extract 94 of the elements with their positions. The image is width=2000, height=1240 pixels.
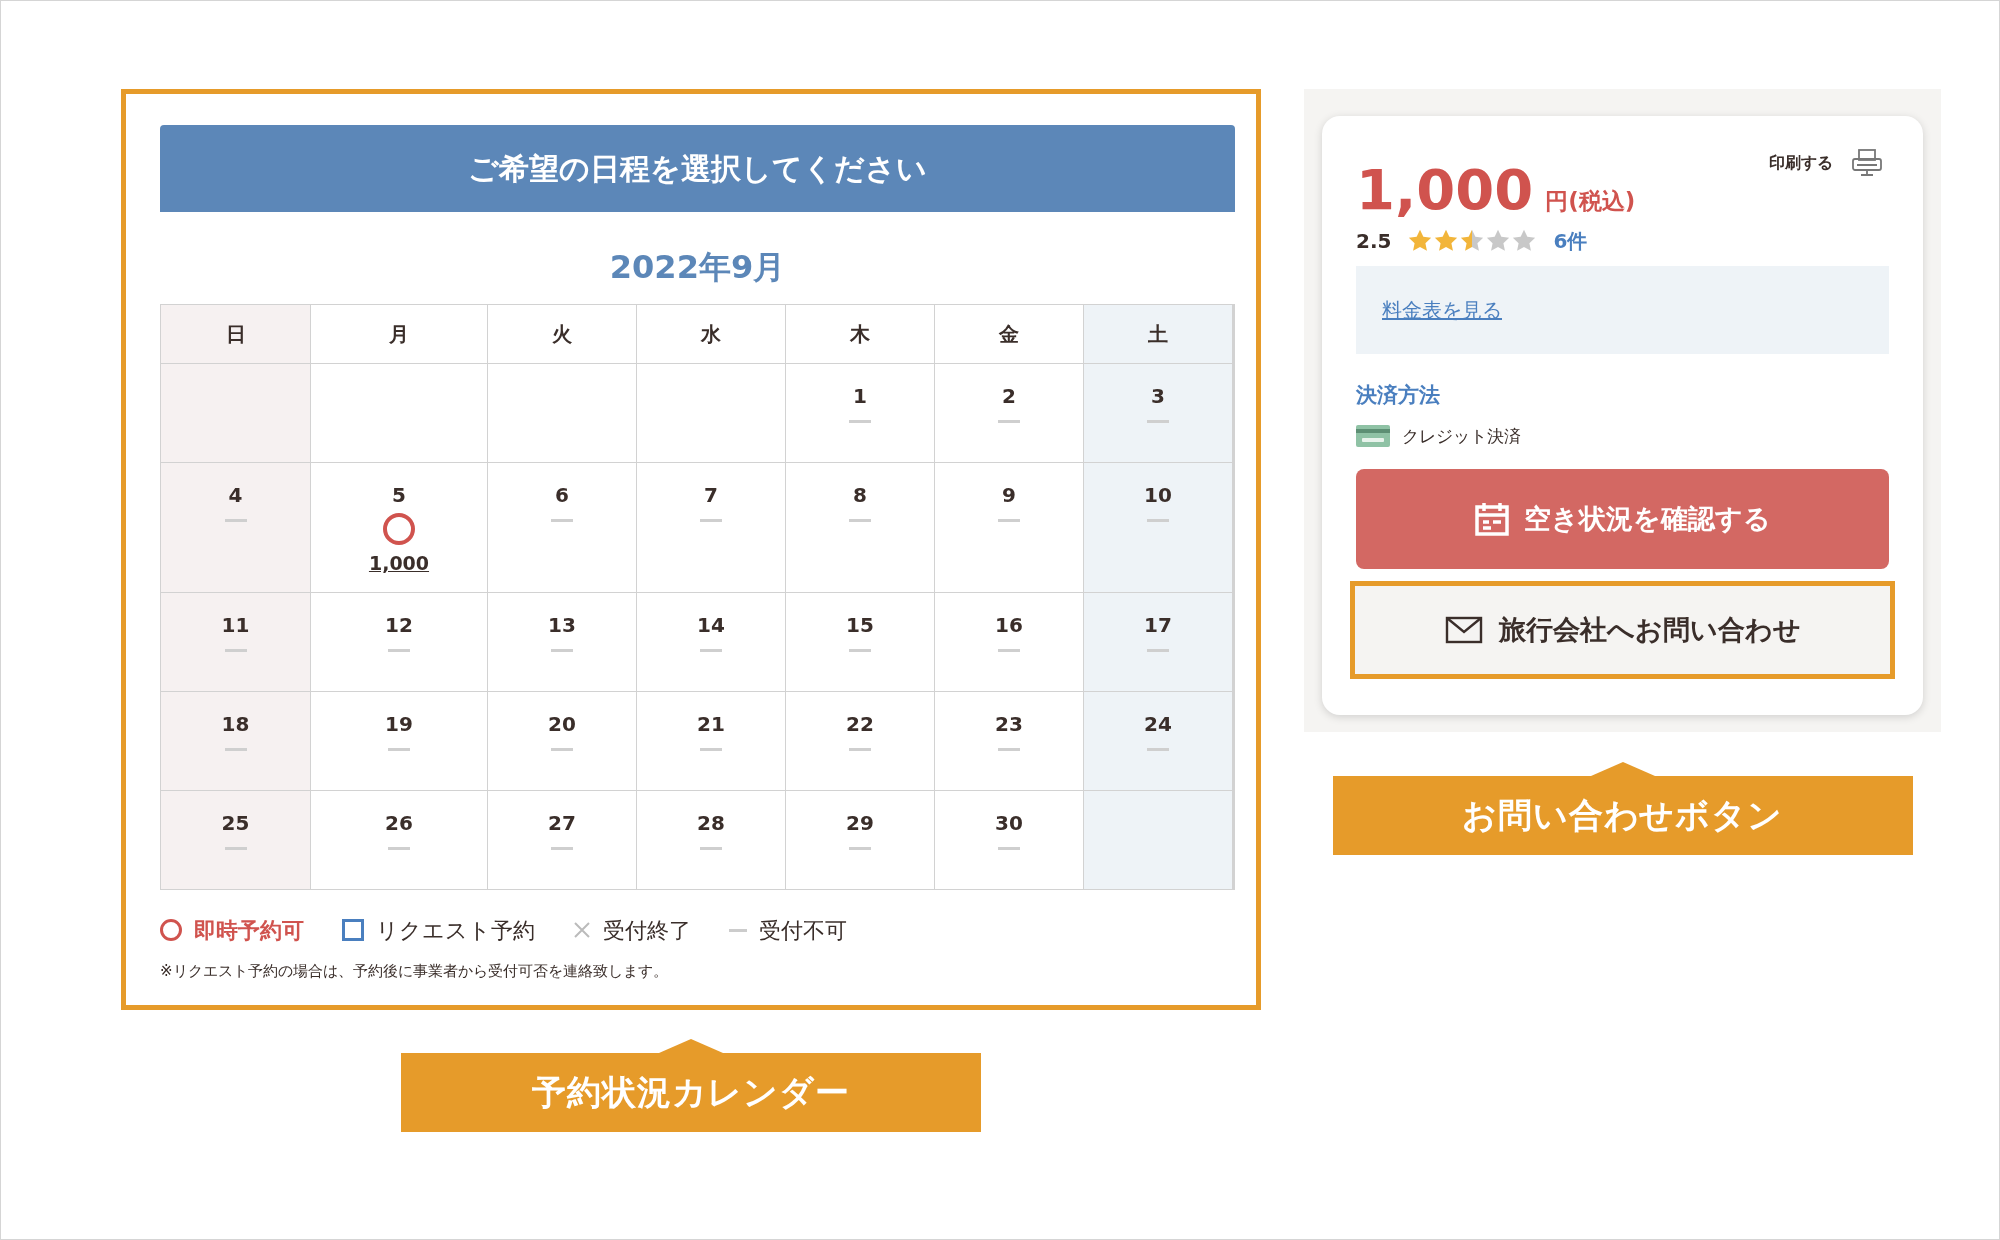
dash-icon bbox=[1147, 420, 1169, 423]
dash-icon bbox=[224, 748, 247, 751]
dash-icon bbox=[998, 748, 1020, 751]
dash-icon bbox=[849, 748, 871, 751]
calendar-icon bbox=[1474, 501, 1510, 537]
legend-label: 即時予約可 bbox=[194, 916, 304, 945]
dash-icon bbox=[998, 420, 1020, 423]
day-number: 14 bbox=[697, 613, 725, 637]
rating-score: 2.5 bbox=[1356, 228, 1392, 255]
payment-method: クレジット決済 bbox=[1402, 424, 1521, 448]
dash-icon bbox=[224, 649, 247, 652]
legend-label: リクエスト予約 bbox=[376, 916, 535, 945]
weekday-header: 木 bbox=[786, 305, 934, 363]
dash-icon bbox=[551, 519, 573, 522]
dash-icon bbox=[388, 847, 410, 850]
day-number: 7 bbox=[704, 483, 718, 507]
price-table-link[interactable]: 料金表を見る bbox=[1382, 295, 1502, 325]
day-number: 5 bbox=[392, 483, 406, 507]
calendar-heading: ご希望の日程を選択してください bbox=[160, 125, 1235, 212]
review-count-link[interactable]: 6件 bbox=[1553, 226, 1588, 256]
dash-icon bbox=[700, 748, 722, 751]
day-number: 28 bbox=[697, 811, 725, 835]
dash-icon bbox=[551, 649, 573, 652]
day-number: 12 bbox=[385, 613, 413, 637]
dash-icon bbox=[388, 649, 410, 652]
day-cell[interactable]: 5 1,000 bbox=[311, 463, 487, 592]
day-number: 2 bbox=[1002, 384, 1016, 408]
dash-icon bbox=[729, 928, 747, 932]
day-number: 6 bbox=[555, 483, 569, 507]
print-link[interactable]: 印刷する bbox=[1769, 151, 1833, 175]
dash-icon bbox=[700, 649, 722, 652]
day-number: 24 bbox=[1144, 712, 1172, 736]
day-number: 1 bbox=[853, 384, 867, 408]
envelope-icon bbox=[1444, 616, 1483, 644]
dash-icon bbox=[551, 847, 573, 850]
callout-label: お問い合わせボタン bbox=[1332, 762, 1913, 855]
dash-icon bbox=[388, 748, 410, 751]
day-number: 3 bbox=[1151, 384, 1165, 408]
day-number: 30 bbox=[995, 811, 1023, 835]
day-number: 13 bbox=[548, 613, 576, 637]
day-number: 4 bbox=[228, 483, 243, 507]
weekday-header: 日 bbox=[161, 305, 310, 363]
day-number: 19 bbox=[385, 712, 413, 736]
day-number: 18 bbox=[221, 712, 250, 736]
weekday-header: 土 bbox=[1084, 305, 1232, 363]
dash-icon bbox=[1147, 519, 1169, 522]
day-number: 16 bbox=[995, 613, 1023, 637]
callout-label: 予約状況カレンダー bbox=[401, 1038, 981, 1132]
day-number: 9 bbox=[1002, 483, 1016, 507]
legend-label: 受付不可 bbox=[759, 916, 847, 945]
dash-icon bbox=[700, 847, 722, 850]
check-availability-button[interactable]: 空き状況を確認する bbox=[1356, 469, 1889, 569]
cross-icon bbox=[573, 921, 591, 939]
dash-icon bbox=[1147, 748, 1169, 751]
note-text: ※リクエスト予約の場合は、予約後に事業者から受付可否を連絡致します。 bbox=[160, 961, 669, 982]
day-number: 11 bbox=[221, 613, 250, 637]
price-unit: 円(税込) bbox=[1545, 187, 1636, 216]
contact-button[interactable]: 旅行会社へお問い合わせ bbox=[1355, 586, 1890, 674]
day-number: 29 bbox=[846, 811, 874, 835]
day-number: 26 bbox=[385, 811, 413, 835]
day-number: 21 bbox=[697, 712, 725, 736]
dash-icon bbox=[998, 847, 1020, 850]
day-number: 22 bbox=[846, 712, 874, 736]
dash-icon bbox=[849, 847, 871, 850]
day-number: 8 bbox=[853, 483, 867, 507]
dash-icon bbox=[1147, 649, 1169, 652]
day-number: 23 bbox=[995, 712, 1023, 736]
weekday-header: 月 bbox=[311, 305, 487, 363]
dash-icon bbox=[998, 519, 1020, 522]
day-number: 27 bbox=[548, 811, 576, 835]
day-number: 15 bbox=[846, 613, 874, 637]
dash-icon bbox=[849, 649, 871, 652]
dash-icon bbox=[998, 649, 1020, 652]
dash-icon bbox=[224, 847, 247, 850]
dash-icon bbox=[551, 748, 573, 751]
dash-icon bbox=[849, 519, 871, 522]
payment-heading: 決済方法 bbox=[1356, 382, 1441, 409]
dash-icon bbox=[849, 420, 871, 423]
legend-label: 受付終了 bbox=[603, 916, 691, 945]
weekday-header: 火 bbox=[488, 305, 636, 363]
day-number: 25 bbox=[221, 811, 250, 835]
dash-icon bbox=[224, 519, 247, 522]
day-number: 17 bbox=[1144, 613, 1172, 637]
credit-card-icon bbox=[1356, 425, 1390, 448]
weekday-header: 水 bbox=[637, 305, 785, 363]
day-number: 20 bbox=[548, 712, 576, 736]
price-link[interactable]: 1,000 bbox=[368, 549, 430, 578]
price-amount: 1,000 bbox=[1356, 160, 1534, 220]
month-title: 2022年9月 bbox=[608, 247, 787, 288]
day-number: 10 bbox=[1144, 483, 1172, 507]
square-icon bbox=[342, 919, 364, 941]
dash-icon bbox=[700, 519, 722, 522]
printer-icon[interactable] bbox=[1851, 148, 1883, 178]
weekday-header: 金 bbox=[935, 305, 1083, 363]
